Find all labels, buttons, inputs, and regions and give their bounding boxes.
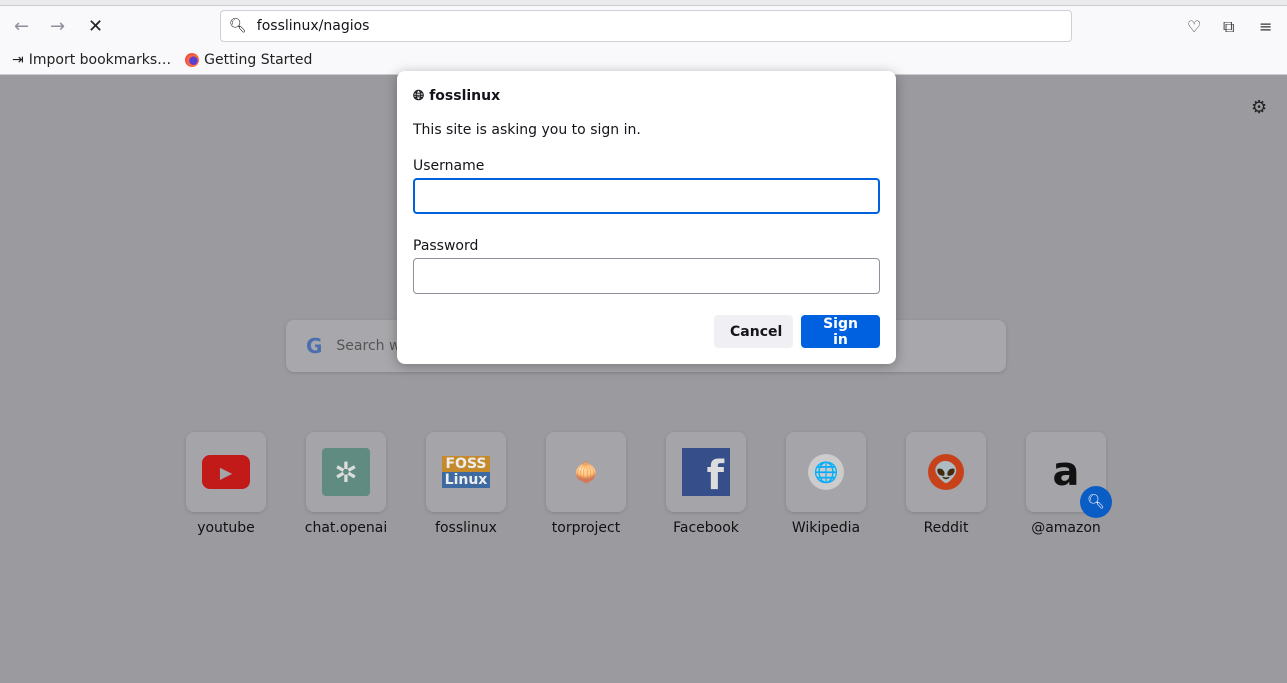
tile-torproject[interactable]: 🧅 torproject	[526, 432, 646, 536]
sign-in-button[interactable]: Sign in	[801, 315, 880, 348]
reddit-icon: 👽	[928, 454, 964, 490]
tile-label: Reddit	[923, 520, 969, 536]
username-field[interactable]	[413, 178, 880, 214]
tile-label: chat.openai	[304, 520, 388, 536]
google-icon: G	[306, 334, 323, 358]
fosslinux-icon: FOSS Linux	[442, 456, 490, 488]
menu-icon[interactable]: ≡	[1259, 17, 1272, 36]
back-button[interactable]: ←	[14, 16, 29, 37]
bookmark-import[interactable]: ⇥ Import bookmarks…	[12, 52, 171, 68]
tile-youtube[interactable]: ▶ youtube	[166, 432, 286, 536]
import-icon: ⇥	[12, 52, 24, 68]
logo-text: FOSS	[442, 456, 490, 472]
tile-label: Wikipedia	[791, 520, 861, 536]
tile-label: @amazon	[1031, 520, 1101, 536]
logo-text: Linux	[442, 472, 490, 488]
stop-loading-button[interactable]: ✕	[88, 16, 103, 37]
tile-fosslinux[interactable]: FOSS Linux fosslinux	[406, 432, 526, 536]
url-bar[interactable]: 🔍︎ fosslinux/nagios	[220, 10, 1072, 42]
tile-chatgpt[interactable]: ✲ chat.openai	[286, 432, 406, 536]
openai-icon: ✲	[322, 448, 370, 496]
wikipedia-icon: 🌐	[808, 454, 844, 490]
sign-in-dialog: 🌐︎ fosslinux This site is asking you to s…	[397, 71, 896, 364]
password-field[interactable]	[413, 258, 880, 294]
tile-label: Facebook	[673, 520, 739, 536]
dialog-message: This site is asking you to sign in.	[413, 122, 641, 138]
tile-amazon[interactable]: a 🔍︎ @amazon	[1006, 432, 1126, 536]
password-label: Password	[413, 238, 479, 254]
pocket-icon[interactable]: ♡	[1187, 17, 1201, 36]
amazon-icon: a	[1052, 449, 1080, 495]
search-shortcut-icon: 🔍︎	[1080, 486, 1112, 518]
cancel-button[interactable]: Cancel	[714, 315, 793, 348]
facebook-icon: f	[682, 448, 730, 496]
username-label: Username	[413, 158, 485, 174]
top-sites: ▶ youtube ✲ chat.openai FOSS Linux fosslinux…	[166, 432, 1126, 536]
tile-reddit[interactable]: 👽 Reddit	[886, 432, 1006, 536]
gear-icon[interactable]: ⚙	[1251, 97, 1267, 118]
nav-toolbar: ← → ✕ 🔍︎ fosslinux/nagios ♡ ⧉ ≡	[0, 6, 1287, 46]
tile-label: torproject	[551, 520, 621, 536]
tile-label: youtube	[197, 520, 255, 536]
forward-button[interactable]: →	[50, 16, 65, 37]
tile-label: fosslinux	[435, 520, 497, 536]
globe-icon: 🌐︎	[413, 88, 425, 104]
firefox-icon	[185, 53, 200, 67]
search-placeholder: Search w	[336, 338, 401, 354]
bookmark-label: Import bookmarks…	[28, 52, 172, 68]
tile-facebook[interactable]: f Facebook	[646, 432, 766, 536]
dialog-site: fosslinux	[429, 88, 501, 104]
bookmark-label: Getting Started	[204, 52, 313, 68]
tile-wikipedia[interactable]: 🌐 Wikipedia	[766, 432, 886, 536]
extensions-icon[interactable]: ⧉	[1223, 17, 1234, 37]
url-text[interactable]: fosslinux/nagios	[257, 18, 370, 34]
tor-onion-icon: 🧅	[573, 460, 599, 484]
bookmark-getting-started[interactable]: Getting Started	[185, 52, 312, 68]
search-icon: 🔍︎	[229, 18, 247, 34]
youtube-icon: ▶	[202, 455, 250, 489]
